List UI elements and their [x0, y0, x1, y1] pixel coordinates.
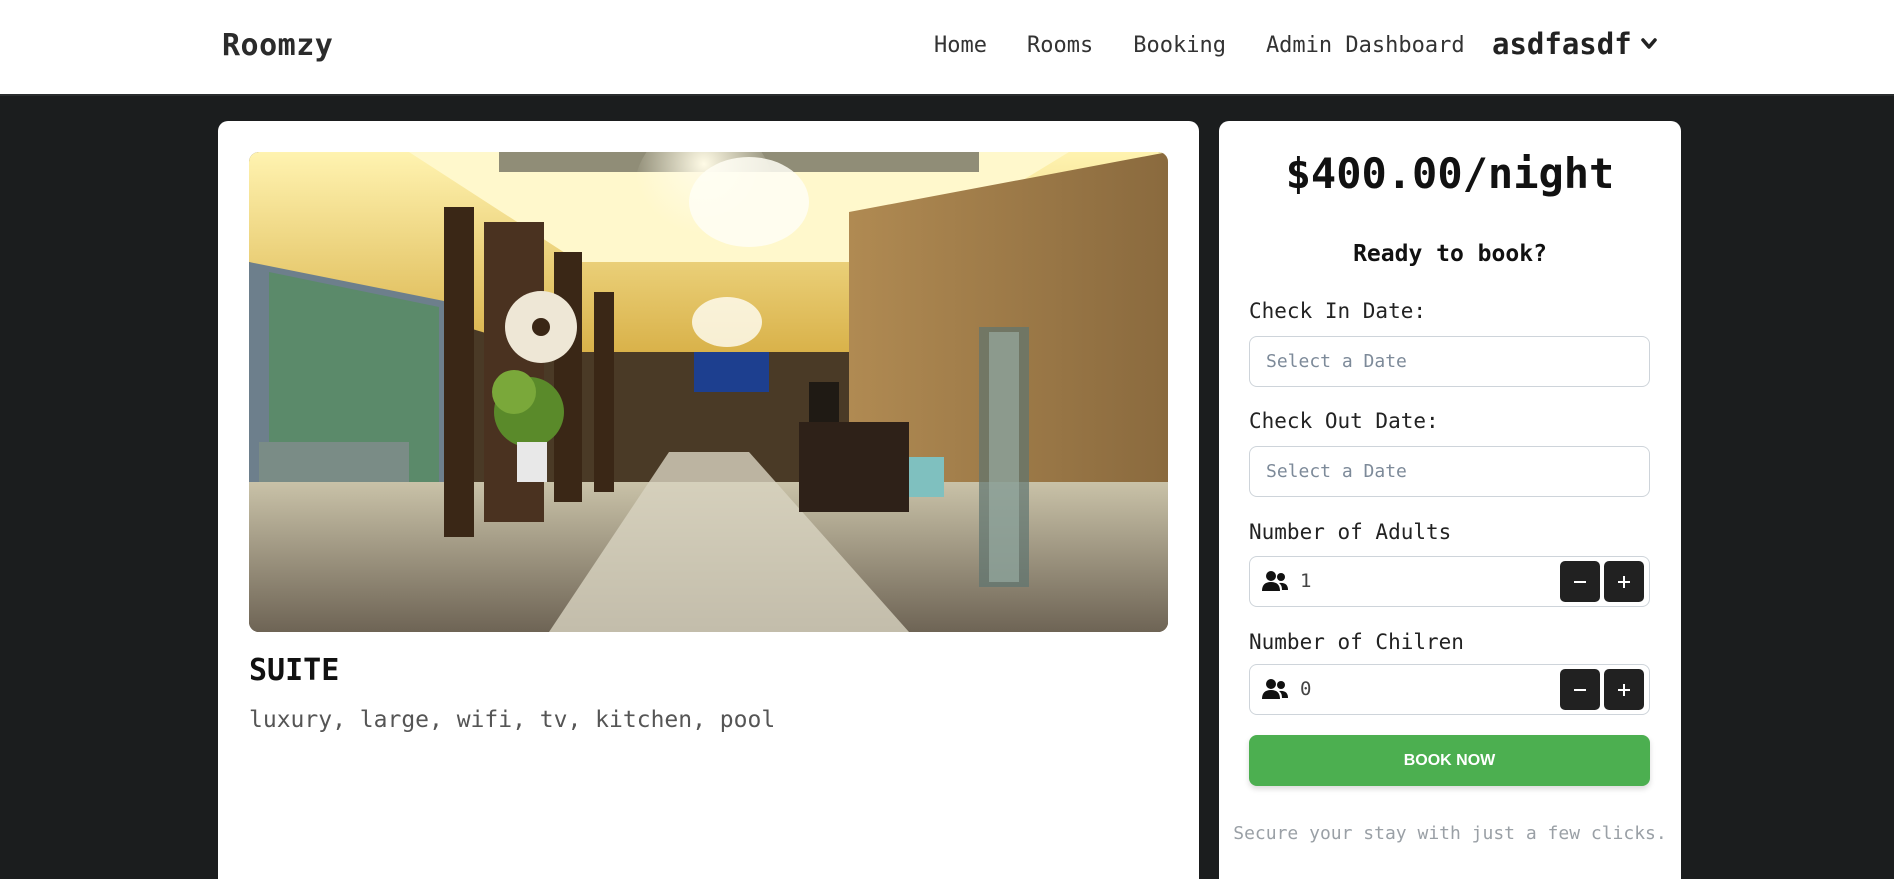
check-in-date-input[interactable]	[1249, 336, 1650, 387]
hotel-lobby-photo	[249, 152, 1168, 632]
adults-stepper: 1	[1249, 556, 1650, 607]
check-out-date-input[interactable]	[1249, 446, 1650, 497]
users-icon	[1262, 679, 1288, 699]
adults-decrement-button[interactable]	[1560, 561, 1600, 602]
nav-links: Home Rooms Booking Admin Dashboard	[934, 33, 1505, 58]
children-decrement-button[interactable]	[1560, 669, 1600, 710]
room-features: luxury, large, wifi, tv, kitchen, pool	[249, 707, 776, 733]
nav-link-rooms[interactable]: Rooms	[1027, 33, 1093, 58]
room-image	[249, 152, 1168, 632]
price-per-night: $400.00/night	[1285, 149, 1615, 198]
adults-increment-button[interactable]	[1604, 561, 1644, 602]
plus-icon	[1618, 575, 1630, 588]
room-title: SUITE	[249, 653, 340, 688]
brand-logo[interactable]: Roomzy	[222, 28, 333, 63]
room-details-card: SUITE luxury, large, wifi, tv, kitchen, …	[218, 121, 1199, 879]
children-increment-button[interactable]	[1604, 669, 1644, 710]
minus-icon	[1574, 580, 1586, 583]
booking-footnote: Secure your stay with just a few clicks.	[1233, 823, 1667, 844]
booking-card: $400.00/night Ready to book? Check In Da…	[1219, 121, 1681, 879]
chevron-down-icon	[1640, 38, 1657, 49]
adults-label: Number of Adults	[1249, 520, 1452, 544]
nav-link-admin-dashboard[interactable]: Admin Dashboard	[1266, 33, 1465, 58]
users-icon	[1262, 571, 1288, 591]
user-menu[interactable]: asdfasdf	[1492, 27, 1658, 61]
nav-link-home[interactable]: Home	[934, 33, 987, 58]
check-in-label: Check In Date:	[1249, 299, 1427, 323]
adults-value[interactable]: 1	[1300, 570, 1311, 592]
nav-link-booking[interactable]: Booking	[1133, 33, 1226, 58]
children-value[interactable]: 0	[1300, 678, 1311, 700]
book-now-button[interactable]: BOOK NOW	[1249, 735, 1650, 786]
check-out-label: Check Out Date:	[1249, 409, 1439, 433]
minus-icon	[1574, 688, 1586, 691]
children-stepper: 0	[1249, 664, 1650, 715]
children-label: Number of Chilren	[1249, 630, 1464, 654]
navbar: Roomzy Home Rooms Booking Admin Dashboar…	[0, 0, 1894, 96]
plus-icon	[1618, 683, 1630, 696]
user-name: asdfasdf	[1492, 27, 1632, 61]
booking-heading: Ready to book?	[1353, 241, 1547, 267]
